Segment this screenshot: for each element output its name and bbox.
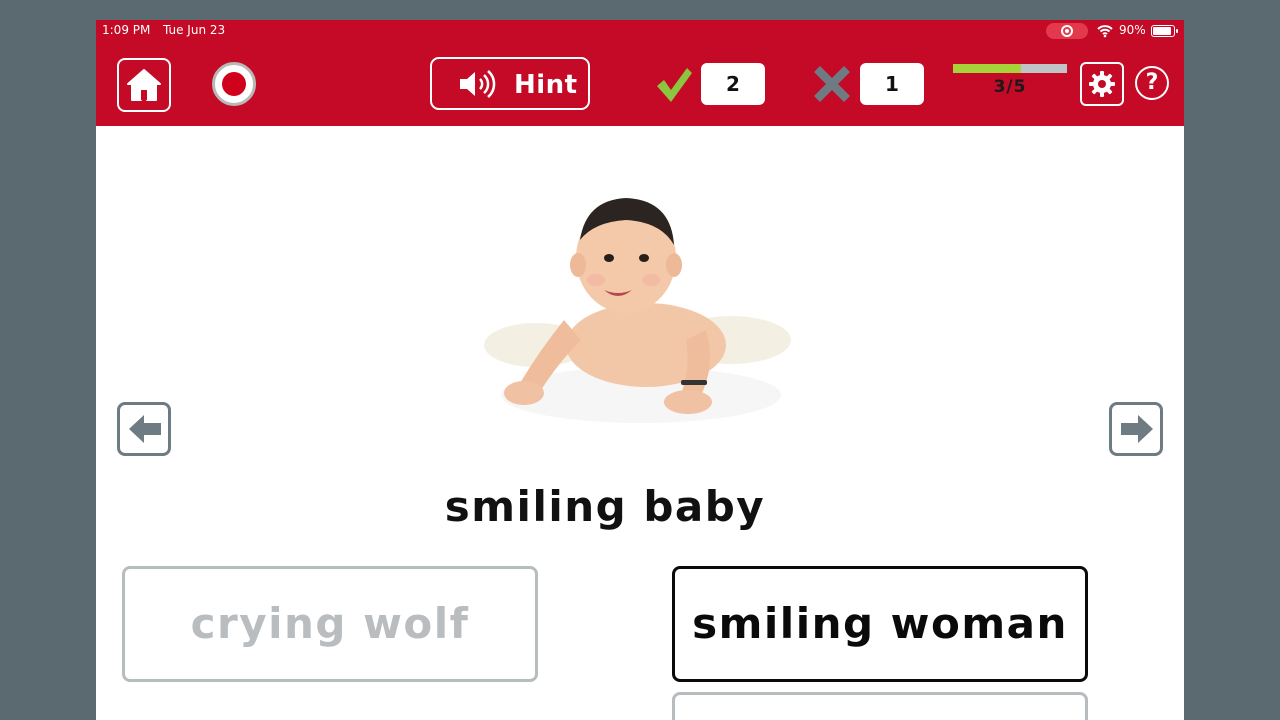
answer-option-smiling-woman[interactable]: smiling woman <box>672 566 1088 682</box>
app-screen: 1:09 PM Tue Jun 23 90% Hint 2 1 3/5 ? sm… <box>96 20 1184 720</box>
prompt-label: smiling baby <box>444 482 766 531</box>
progress-bar <box>953 64 1067 73</box>
record-icon <box>222 72 246 96</box>
correct-count: 2 <box>701 63 765 105</box>
home-button[interactable] <box>117 58 171 112</box>
progress-text: 3/5 <box>993 77 1027 97</box>
arrow-right-icon <box>1121 415 1153 443</box>
top-toolbar: 1:09 PM Tue Jun 23 90% Hint 2 1 3/5 ? <box>96 20 1184 126</box>
answer-option-3[interactable] <box>672 692 1088 720</box>
record-button[interactable] <box>212 62 256 106</box>
next-button[interactable] <box>1109 402 1163 456</box>
hint-label: Hint <box>514 70 578 100</box>
help-button[interactable]: ? <box>1135 66 1169 100</box>
screen-recording-indicator <box>1046 23 1088 39</box>
status-bar: 1:09 PM Tue Jun 23 90% <box>96 20 1184 42</box>
hint-button[interactable]: Hint <box>430 57 590 110</box>
checkmark-icon <box>657 68 692 102</box>
status-date: Tue Jun 23 <box>163 23 226 37</box>
battery-icon <box>1151 25 1178 37</box>
progress-fill <box>953 64 1022 73</box>
wrong-count: 1 <box>860 63 924 105</box>
baby-photo <box>484 198 791 423</box>
speaker-icon <box>460 70 496 98</box>
settings-button[interactable] <box>1080 62 1124 106</box>
home-icon <box>127 69 161 101</box>
wifi-icon <box>1097 25 1113 38</box>
arrow-left-icon <box>129 415 161 443</box>
previous-button[interactable] <box>117 402 171 456</box>
battery-percent: 90% <box>1119 23 1146 37</box>
x-icon <box>814 66 850 102</box>
status-time: 1:09 PM <box>102 23 151 37</box>
answer-option-crying-wolf[interactable]: crying wolf <box>122 566 538 682</box>
gear-icon <box>1089 71 1115 97</box>
